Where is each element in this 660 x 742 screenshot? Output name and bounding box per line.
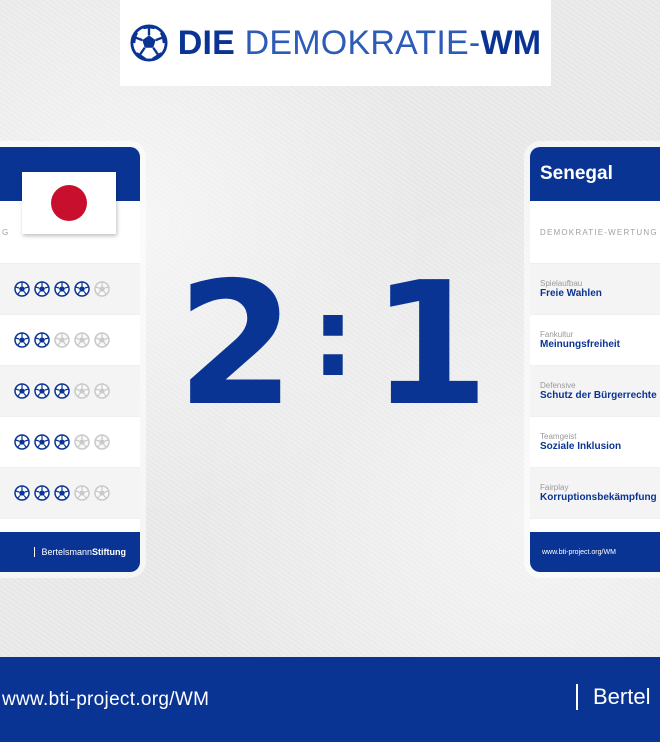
score-away: 1 bbox=[371, 246, 490, 444]
card-footer: BertelsmannStiftung bbox=[0, 532, 140, 572]
category-title: Freie Wahlen bbox=[540, 288, 602, 299]
football-icon-empty bbox=[74, 383, 90, 399]
football-icon-filled bbox=[54, 383, 70, 399]
football-icon-empty bbox=[94, 383, 110, 399]
rating-row bbox=[0, 417, 140, 468]
footer-brand-bold: Stiftung bbox=[92, 547, 126, 557]
football-icon-empty bbox=[94, 485, 110, 501]
category-row: Fankultur Meinungsfreiheit bbox=[530, 315, 660, 366]
football-icon-empty bbox=[74, 332, 90, 348]
football-icon-empty bbox=[74, 434, 90, 450]
rating-balls bbox=[14, 332, 140, 348]
card-subtitle: DEMOKRATIE-WERTUNG bbox=[530, 201, 660, 264]
rating-rows bbox=[0, 264, 140, 519]
football-icon-filled bbox=[14, 332, 30, 348]
category-label: Spielaufbau bbox=[540, 279, 583, 288]
flag-disc bbox=[51, 185, 87, 221]
card-subtitle-text: G bbox=[2, 227, 10, 237]
category-title: Schutz der Bürgerrechte bbox=[540, 390, 657, 401]
football-icon-empty bbox=[74, 485, 90, 501]
football-icon-filled bbox=[54, 281, 70, 297]
footer-brand-light: Bertelsmann bbox=[41, 547, 92, 557]
card-header-country: Senegal bbox=[530, 147, 660, 201]
category-label: Fankultur bbox=[540, 330, 574, 339]
category-label: Teamgeist bbox=[540, 432, 577, 441]
football-icon-filled bbox=[14, 485, 30, 501]
score-separator: : bbox=[311, 273, 355, 401]
rating-row bbox=[0, 366, 140, 417]
rating-balls bbox=[14, 434, 140, 450]
rating-balls bbox=[14, 383, 140, 399]
category-row: Teamgeist Soziale Inklusion bbox=[530, 417, 660, 468]
logo-text-bold: DIE bbox=[177, 23, 235, 62]
logo-text-light: DEMOKRATIE- bbox=[244, 23, 481, 62]
football-icon-filled bbox=[14, 281, 30, 297]
football-icon-filled bbox=[54, 434, 70, 450]
logo: DIE DEMOKRATIE-WM bbox=[120, 0, 551, 86]
football-icon-empty bbox=[54, 332, 70, 348]
football-icon bbox=[130, 24, 168, 62]
bottom-brand: Bertel bbox=[576, 684, 650, 710]
football-icon-filled bbox=[34, 383, 50, 399]
football-icon-filled bbox=[34, 281, 50, 297]
football-icon-filled bbox=[34, 332, 50, 348]
score-home: 2 bbox=[176, 246, 295, 444]
football-icon-empty bbox=[94, 332, 110, 348]
category-rows: Spielaufbau Freie Wahlen Fankultur Meinungs… bbox=[530, 264, 660, 519]
category-title: Korruptionsbekämpfung bbox=[540, 492, 657, 503]
logo-text-bold-2: WM bbox=[480, 23, 542, 62]
football-icon-filled bbox=[14, 383, 30, 399]
football-icon-filled bbox=[54, 485, 70, 501]
rating-balls bbox=[14, 281, 140, 297]
category-label: Defensive bbox=[540, 381, 576, 390]
category-row: Fairplay Korruptionsbekämpfung bbox=[530, 468, 660, 519]
football-icon-empty bbox=[94, 281, 110, 297]
category-label: Fairplay bbox=[540, 483, 569, 492]
football-icon-filled bbox=[34, 434, 50, 450]
bottom-url: www.bti-project.org/WM bbox=[2, 689, 210, 710]
rating-row bbox=[0, 264, 140, 315]
rating-row bbox=[0, 468, 140, 519]
football-icon-empty bbox=[94, 434, 110, 450]
team-card-right: Senegal DEMOKRATIE-WERTUNG Spielaufbau Fr… bbox=[530, 147, 660, 572]
match-score: 2 : 1 bbox=[177, 255, 490, 435]
football-icon-filled bbox=[14, 434, 30, 450]
football-icon-filled bbox=[74, 281, 90, 297]
card-footer-url: www.bti-project.org/WM bbox=[530, 532, 660, 572]
footer-brand: BertelsmannStiftung bbox=[34, 547, 126, 557]
rating-balls bbox=[14, 485, 140, 501]
category-row: Defensive Schutz der Bürgerrechte bbox=[530, 366, 660, 417]
category-row: Spielaufbau Freie Wahlen bbox=[530, 264, 660, 315]
football-icon-filled bbox=[34, 485, 50, 501]
category-title: Meinungsfreiheit bbox=[540, 339, 621, 350]
logo-text: DIE DEMOKRATIE-WM bbox=[178, 24, 542, 63]
bottom-bar: www.bti-project.org/WM Bertel bbox=[0, 657, 660, 742]
rating-row bbox=[0, 315, 140, 366]
japan-flag bbox=[22, 172, 116, 234]
category-title: Soziale Inklusion bbox=[540, 441, 622, 452]
